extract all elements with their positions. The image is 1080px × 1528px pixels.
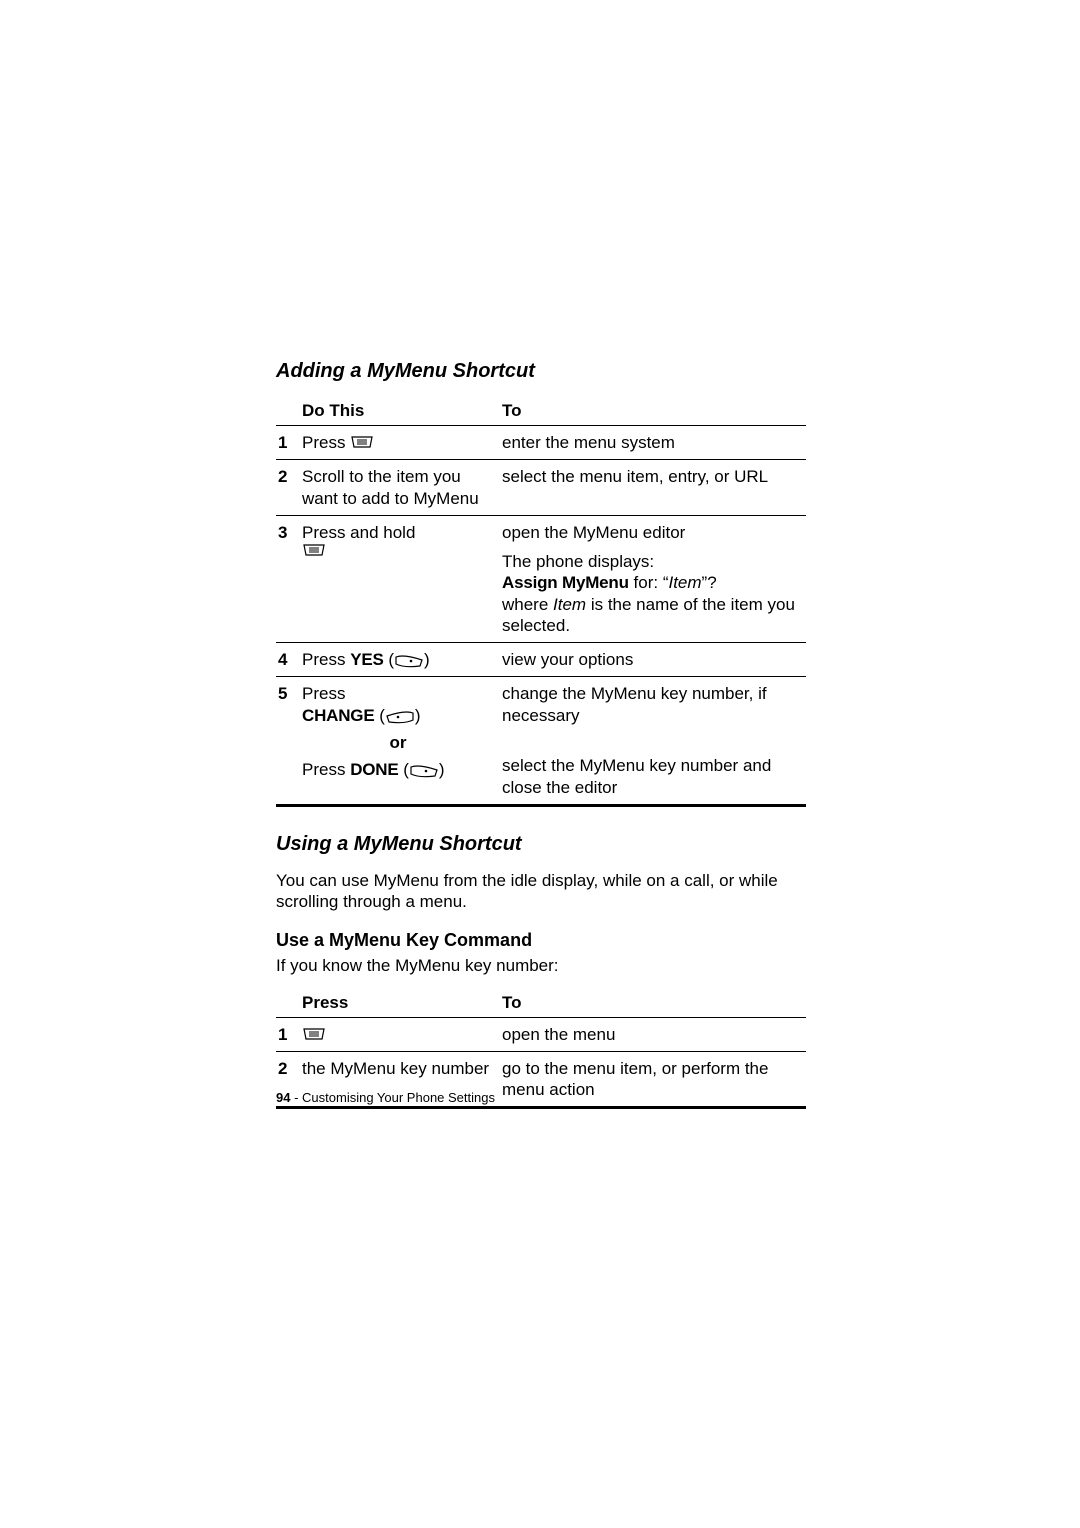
table-row: 4 Press YES () view your options bbox=[276, 643, 806, 677]
col-to: To bbox=[502, 989, 806, 1018]
page-content: Adding a MyMenu Shortcut Do This To 1 Pr… bbox=[276, 360, 806, 1109]
text: change the MyMenu key number, if necessa… bbox=[502, 683, 798, 727]
intro-text: You can use MyMenu from the idle display… bbox=[276, 870, 806, 913]
row-left: Scroll to the item you want to add to My… bbox=[302, 460, 502, 516]
menu-key-icon bbox=[350, 435, 374, 449]
paren: ) bbox=[424, 650, 430, 669]
table-row: 3 Press and hold open the MyMenu editor … bbox=[276, 515, 806, 642]
row-left: Press YES () bbox=[302, 643, 502, 677]
text: select the MyMenu key number and close t… bbox=[502, 755, 798, 798]
row-left: Press CHANGE () or Press DONE () bbox=[302, 677, 502, 806]
text-bold: YES bbox=[350, 650, 383, 669]
heading-using-shortcut: Using a MyMenu Shortcut bbox=[276, 833, 806, 856]
text: Press bbox=[302, 433, 350, 452]
footer-sep: - bbox=[290, 1090, 302, 1105]
row-left: Press and hold bbox=[302, 515, 502, 642]
row-right: open the menu bbox=[502, 1017, 806, 1051]
col-press: Press bbox=[302, 989, 502, 1018]
row-right: go to the menu item, or perform the menu… bbox=[502, 1051, 806, 1108]
text-bold: CHANGE bbox=[302, 706, 374, 725]
table-row: 1 Press enter the menu system bbox=[276, 426, 806, 460]
page-number: 94 bbox=[276, 1090, 290, 1105]
page-footer: 94 - Customising Your Phone Settings bbox=[276, 1090, 495, 1105]
row-right: enter the menu system bbox=[502, 426, 806, 460]
menu-key-icon bbox=[302, 1027, 326, 1041]
row-num: 1 bbox=[276, 1017, 302, 1051]
right-softkey-icon bbox=[409, 764, 439, 778]
text: ”? bbox=[702, 573, 717, 592]
row-left: Press bbox=[302, 426, 502, 460]
paren: ) bbox=[439, 760, 445, 779]
text: Press bbox=[302, 683, 494, 704]
row-num: 5 bbox=[276, 677, 302, 806]
text: where Item is the name of the item you s… bbox=[502, 594, 798, 637]
right-softkey-icon bbox=[394, 654, 424, 668]
left-softkey-icon bbox=[385, 710, 415, 724]
row-right: view your options bbox=[502, 643, 806, 677]
row-num: 4 bbox=[276, 643, 302, 677]
text: Assign MyMenu for: “Item”? bbox=[502, 572, 798, 593]
row-num: 1 bbox=[276, 426, 302, 460]
heading-adding-shortcut: Adding a MyMenu Shortcut bbox=[276, 360, 806, 383]
text: The phone displays: bbox=[502, 552, 654, 571]
row-right: select the menu item, entry, or URL bbox=[502, 460, 806, 516]
text: The phone displays: bbox=[502, 551, 798, 572]
col-num bbox=[276, 989, 302, 1018]
text: Press DONE () bbox=[302, 759, 494, 780]
sub-intro-text: If you know the MyMenu key number: bbox=[276, 955, 806, 976]
table-row: 2 Scroll to the item you want to add to … bbox=[276, 460, 806, 516]
row-right: open the MyMenu editor The phone display… bbox=[502, 515, 806, 642]
table-adding-shortcut: Do This To 1 Press enter the menu system… bbox=[276, 397, 806, 807]
text-bold: DONE bbox=[350, 760, 398, 779]
text: Press bbox=[302, 760, 350, 779]
row-num: 3 bbox=[276, 515, 302, 642]
text: Press bbox=[302, 650, 350, 669]
col-num bbox=[276, 397, 302, 426]
footer-title: Customising Your Phone Settings bbox=[302, 1090, 495, 1105]
col-to: To bbox=[502, 397, 806, 426]
row-right: change the MyMenu key number, if necessa… bbox=[502, 677, 806, 806]
table-row: 1 open the menu bbox=[276, 1017, 806, 1051]
text: where bbox=[502, 595, 553, 614]
menu-key-icon bbox=[302, 543, 494, 557]
text-italic: Item bbox=[553, 595, 586, 614]
row-left bbox=[302, 1017, 502, 1051]
text: for: “ bbox=[629, 573, 669, 592]
col-do-this: Do This bbox=[302, 397, 502, 426]
row-num: 2 bbox=[276, 460, 302, 516]
text: CHANGE () bbox=[302, 705, 494, 726]
text: open the MyMenu editor bbox=[502, 522, 798, 543]
table-row: 5 Press CHANGE () or Press DONE () bbox=[276, 677, 806, 806]
subheading-key-command: Use a MyMenu Key Command bbox=[276, 930, 806, 951]
text: Press and hold bbox=[302, 522, 494, 543]
paren: ) bbox=[415, 706, 421, 725]
text-or: or bbox=[302, 726, 494, 759]
text-italic: Item bbox=[668, 573, 701, 592]
text-bold: Assign MyMenu bbox=[502, 573, 629, 592]
